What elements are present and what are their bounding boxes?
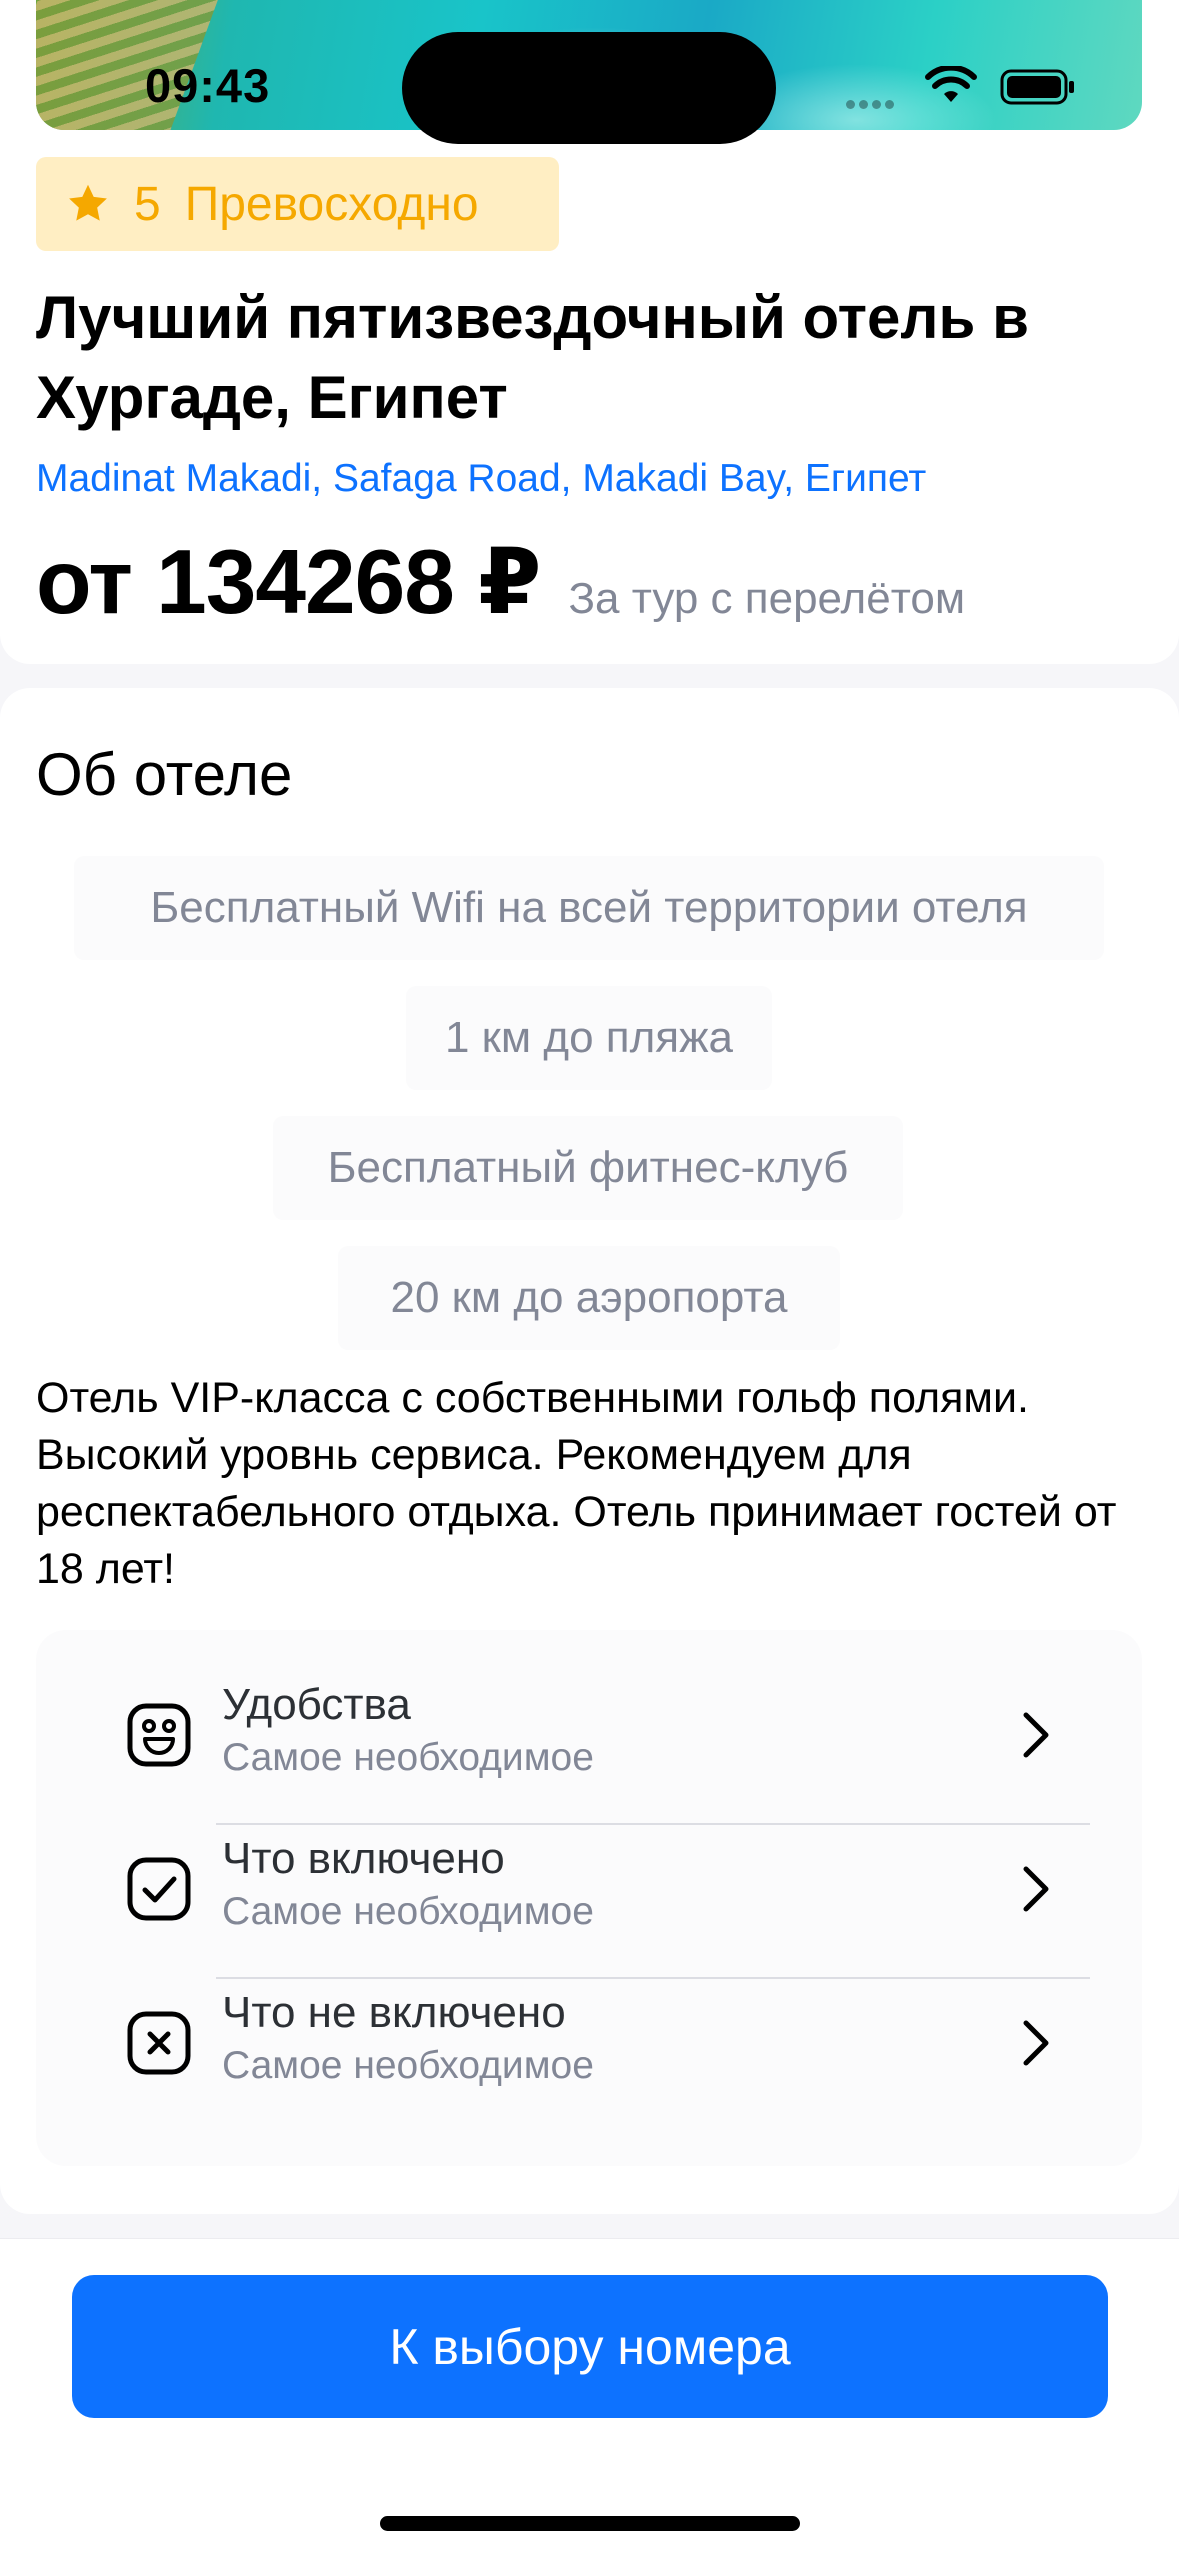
wifi-icon: [925, 66, 977, 102]
section-title-about: Об отеле: [36, 741, 293, 808]
detail-title: Что не включено: [222, 1988, 566, 2037]
price-value: от 134268 ₽: [36, 532, 541, 633]
status-bar-time: 09:43: [145, 59, 271, 112]
detail-title: Что включено: [222, 1834, 505, 1883]
battery-icon: [1000, 69, 1074, 105]
tick-square-icon: [127, 1857, 191, 1921]
cellular-signal-icon: [846, 96, 906, 109]
peculiarity-chip: 1 км до пляжа: [406, 986, 772, 1090]
detail-row-included[interactable]: Что включено Самое необходимое: [36, 1812, 1142, 1966]
chevron-right-icon: [1023, 2020, 1049, 2066]
dynamic-island: [402, 32, 776, 144]
chevron-right-icon: [1023, 1712, 1049, 1758]
peculiarity-chip: 20 км до аэропорта: [338, 1246, 840, 1350]
hotel-title: Лучший пятизвездочный отель в Хургаде, Е…: [36, 284, 1029, 431]
detail-row-not-included[interactable]: Что не включено Самое необходимое: [36, 1966, 1142, 2120]
detail-subtitle: Самое необходимое: [222, 1736, 594, 1779]
detail-row-amenities[interactable]: Удобства Самое необходимое: [36, 1658, 1142, 1812]
price-note: За тур с перелётом: [568, 574, 966, 623]
hotel-description: Отель VIP-класса с собственными гольф по…: [36, 1374, 1117, 1593]
chevron-right-icon: [1023, 1866, 1049, 1912]
detail-title: Удобства: [222, 1680, 411, 1729]
details-list: Удобства Самое необходимое Что включено …: [36, 1630, 1142, 2166]
close-square-icon: [127, 2011, 191, 2075]
rating-value: 5: [134, 177, 161, 231]
peculiarity-chip: Бесплатный фитнес-клуб: [273, 1116, 903, 1220]
rating-badge: 5 Превосходно: [36, 157, 559, 251]
detail-subtitle: Самое необходимое: [222, 2044, 594, 2087]
peculiarity-chip: Бесплатный Wifi на всей территории отеля: [74, 856, 1104, 960]
emoji-happy-icon: [127, 1703, 191, 1767]
rating-label: Превосходно: [184, 177, 479, 231]
select-room-button[interactable]: К выбору номера: [72, 2275, 1108, 2418]
star-icon: [69, 184, 107, 221]
detail-subtitle: Самое необходимое: [222, 1890, 594, 1933]
home-indicator[interactable]: [380, 2516, 800, 2531]
price-row: от 134268 ₽ За тур с перелётом: [36, 530, 965, 635]
hotel-address-link[interactable]: Madinat Makadi, Safaga Road, Makadi Bay,…: [36, 457, 926, 501]
